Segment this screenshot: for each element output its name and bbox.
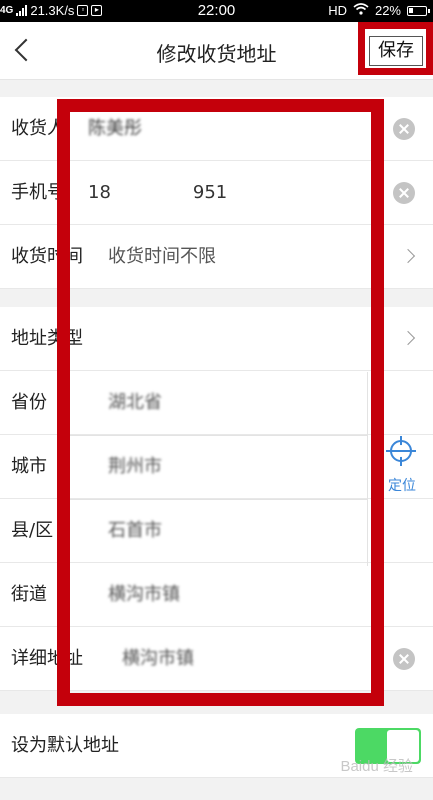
phone-label: 手机号 [11,182,65,203]
receiver-field[interactable]: 陈美彤 [88,97,142,161]
divider [70,435,368,436]
chevron-right-icon [400,330,416,346]
battery-percent: 22% [374,3,401,18]
watermark: Baidu 经验 [340,758,413,775]
receiver-row[interactable]: 收货人 陈美彤 [0,97,433,161]
hd-indicator: HD [328,3,347,18]
clear-phone-icon[interactable] [393,182,415,204]
address-type-row[interactable]: 地址类型 [0,307,433,371]
locate-label: 定位 [388,478,416,494]
city-row[interactable]: 城市 荆州市 [0,435,433,499]
phone-prefix: 18 [88,182,111,203]
crosshair-icon [386,436,416,466]
status-right: HD 22% [328,3,430,18]
province-label: 省份 [11,392,47,413]
detail-address-label: 详细地址 [11,648,83,669]
wifi-icon [353,3,369,18]
phone-row[interactable]: 手机号 18 951 [0,161,433,225]
delivery-time-row[interactable]: 收货时间 收货时间不限 [0,225,433,289]
battery-icon [407,5,430,16]
street-value[interactable]: 横沟市镇 [108,563,180,627]
detail-address-field[interactable]: 横沟市镇 [122,627,194,691]
delivery-time-value: 收货时间不限 [108,246,216,267]
back-arrow-icon[interactable] [10,34,40,68]
district-label: 县/区 [11,520,54,541]
default-address-label: 设为默认地址 [11,735,119,756]
chevron-right-icon [400,248,416,264]
district-row[interactable]: 县/区 石首市 [0,499,433,563]
city-label: 城市 [11,456,47,477]
receiver-label: 收货人 [11,118,65,139]
street-label: 街道 [11,584,47,605]
city-value[interactable]: 荆州市 [108,435,162,499]
status-bar: 4G 21.3K/s ▫ ▸ 22:00 HD 22% [0,0,433,22]
province-row[interactable]: 省份 湖北省 [0,371,433,435]
phone-field[interactable]: 18 951 [88,161,227,225]
phone-suffix: 951 [192,182,228,203]
locate-button[interactable]: 定位 [382,436,422,497]
divider [367,372,368,566]
address-type-label: 地址类型 [11,328,83,349]
district-value[interactable]: 石首市 [108,499,162,563]
detail-address-row[interactable]: 详细地址 横沟市镇 [0,627,433,691]
clear-receiver-icon[interactable] [393,118,415,140]
province-value[interactable]: 湖北省 [108,371,162,435]
save-button[interactable]: 保存 [369,36,423,66]
divider [70,499,368,500]
clear-detail-icon[interactable] [393,648,415,670]
delivery-time-label: 收货时间 [11,246,83,267]
street-row[interactable]: 街道 横沟市镇 [0,563,433,627]
